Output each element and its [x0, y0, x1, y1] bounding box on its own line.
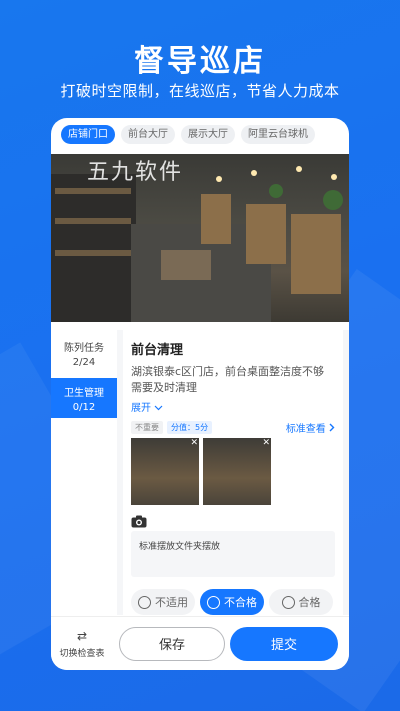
- video-light: [296, 166, 302, 172]
- video-watermark: 五九软件: [87, 160, 184, 185]
- switch-checklist-button[interactable]: ⇄ 切换检查表: [51, 629, 113, 659]
- hero-title: 督导巡店: [134, 44, 266, 79]
- score-tag: 分值：5分: [167, 420, 213, 434]
- sidebar-item-label: 陈列任务: [64, 343, 104, 354]
- neutral-face-icon: [138, 595, 151, 609]
- sidebar-item-hygiene[interactable]: 卫生管理 0/12: [51, 378, 117, 418]
- video-shelf: [55, 188, 131, 194]
- close-icon[interactable]: ✕: [262, 438, 270, 448]
- video-shelf: [55, 250, 131, 256]
- standard-view-link[interactable]: 标准查看: [286, 420, 335, 435]
- submit-button[interactable]: 提交: [230, 626, 338, 661]
- video-plant: [323, 190, 343, 210]
- video-table: [246, 204, 286, 264]
- video-light: [331, 174, 337, 180]
- chevron-right-icon: [329, 423, 335, 435]
- switch-checklist-label: 切换检查表: [59, 648, 105, 659]
- sidebar-item-count: 0/12: [72, 402, 96, 413]
- result-fail-button[interactable]: 不合格: [200, 589, 264, 615]
- sidebar-item-count: 2/24: [72, 357, 96, 368]
- result-label: 不合格: [224, 596, 257, 609]
- task-title: 前台清理: [131, 343, 184, 358]
- photo-thumbnails: ✕ ✕: [131, 438, 335, 505]
- tab-front-hall[interactable]: 前台大厅: [121, 125, 175, 144]
- result-not-applicable-button[interactable]: 不适用: [131, 589, 195, 615]
- importance-tag: 不重要: [131, 420, 163, 434]
- standard-view-label: 标准查看: [285, 423, 326, 435]
- camera-feed[interactable]: 五九软件: [51, 154, 349, 322]
- task-tags: 不重要 分值：5分 标准查看: [131, 420, 335, 435]
- tab-showroom[interactable]: 展示大厅: [181, 125, 235, 144]
- camera-icon[interactable]: [131, 513, 335, 528]
- expand-label: 展开: [131, 403, 151, 414]
- video-shelf: [55, 218, 131, 224]
- video-plant: [269, 184, 283, 198]
- result-options: 不适用 不合格 合格: [131, 589, 335, 615]
- video-counter: [201, 194, 231, 244]
- task-description: 湖滨银泰c区门店，前台桌面整洁度不够需要及时清理: [131, 365, 325, 394]
- note-field[interactable]: 标准摆放文件夹摆放: [131, 531, 335, 577]
- bottom-action-bar: ⇄ 切换检查表 保存 提交: [51, 616, 349, 670]
- sad-face-icon: [207, 595, 220, 609]
- result-label: 合格: [298, 596, 321, 609]
- category-sidebar: 陈列任务 2/24 卫生管理 0/12: [51, 330, 117, 615]
- task-card: 前台清理 湖滨银泰c区门店，前台桌面整洁度不够需要及时清理 展开 不重要 分值：…: [123, 330, 343, 615]
- expand-link[interactable]: 展开: [131, 399, 335, 414]
- hero-subtitle: 打破时空限制，在线巡店，节省人力成本: [60, 82, 340, 100]
- video-wall: [51, 174, 136, 322]
- photo-thumbnail[interactable]: ✕: [131, 438, 199, 505]
- save-button[interactable]: 保存: [119, 626, 225, 661]
- result-pass-button[interactable]: 合格: [269, 589, 333, 615]
- phone-screen: 店铺门口 前台大厅 展示大厅 阿里云台球机 五九软件 陈列任务 2/24 卫生管…: [51, 118, 349, 670]
- sidebar-item-label: 卫生管理: [64, 388, 104, 399]
- chevron-down-icon: [154, 403, 163, 414]
- tab-cloud-camera[interactable]: 阿里云台球机: [241, 125, 315, 144]
- smile-face-icon: [281, 595, 295, 609]
- video-counter: [161, 250, 211, 280]
- swap-icon: ⇄: [76, 628, 88, 643]
- photo-thumbnail[interactable]: ✕: [203, 438, 271, 505]
- result-label: 不适用: [155, 596, 188, 609]
- video-table: [291, 214, 341, 294]
- tab-store-entrance[interactable]: 店铺门口: [61, 125, 115, 144]
- task-content: 前台清理 湖滨银泰c区门店，前台桌面整洁度不够需要及时清理 展开 不重要 分值：…: [117, 330, 349, 615]
- sidebar-item-display[interactable]: 陈列任务 2/24: [51, 336, 117, 372]
- camera-tabs: 店铺门口 前台大厅 展示大厅 阿里云台球机: [61, 125, 343, 145]
- video-light: [251, 170, 257, 176]
- video-light: [216, 176, 222, 182]
- close-icon[interactable]: ✕: [190, 438, 198, 448]
